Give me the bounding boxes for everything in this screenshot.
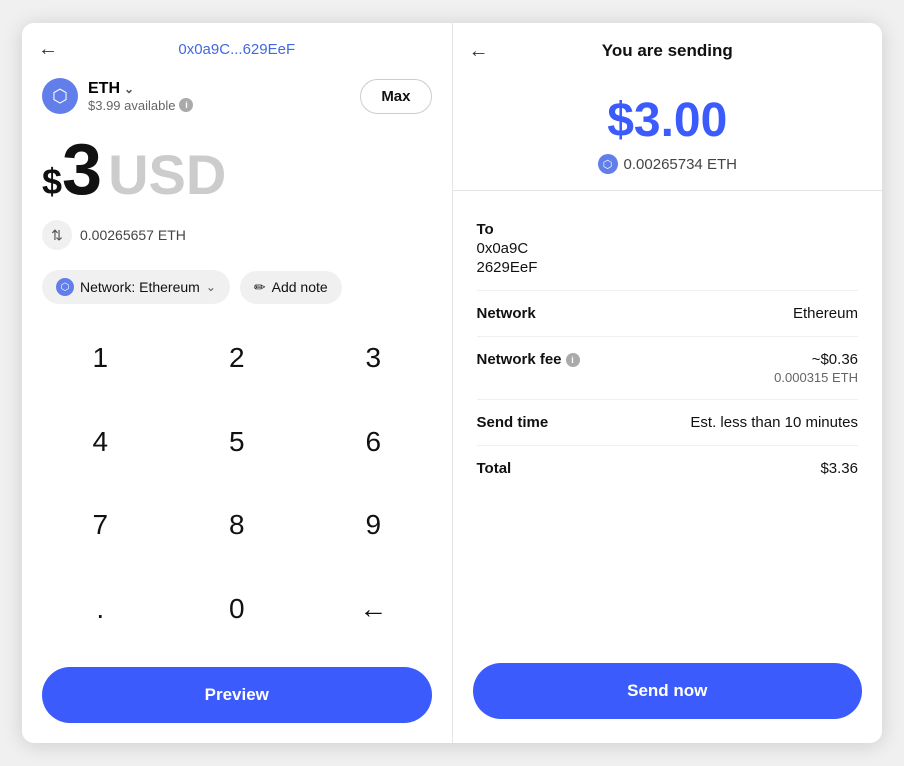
amount-currency: USD bbox=[108, 147, 226, 203]
key-0[interactable]: 0 bbox=[169, 567, 306, 651]
total-value: $3.36 bbox=[820, 460, 858, 477]
fee-info-icon[interactable]: i bbox=[566, 353, 580, 367]
network-button[interactable]: ⬡ Network: Ethereum ⌄ bbox=[42, 270, 230, 304]
sending-eth-row: ⬡ 0.00265734 ETH bbox=[598, 154, 737, 174]
key-2[interactable]: 2 bbox=[169, 316, 306, 400]
bottom-options: ⬡ Network: Ethereum ⌄ ✏ Add note bbox=[22, 262, 452, 316]
pencil-icon: ✏ bbox=[254, 279, 266, 296]
back-arrow-left[interactable]: ← bbox=[38, 38, 58, 61]
back-arrow-right[interactable]: ← bbox=[469, 40, 489, 63]
dollar-sign: $ bbox=[42, 161, 62, 203]
send-time-label: Send time bbox=[477, 414, 549, 431]
right-title: You are sending bbox=[602, 41, 733, 61]
key-8[interactable]: 8 bbox=[169, 484, 306, 568]
total-label: Total bbox=[477, 460, 512, 477]
eth-icon: ⬡ bbox=[42, 78, 78, 114]
send-now-button[interactable]: Send now bbox=[473, 663, 863, 719]
network-label: Network: Ethereum bbox=[80, 279, 200, 295]
network-value: Ethereum bbox=[793, 305, 858, 322]
info-icon: i bbox=[179, 98, 193, 112]
to-address-line2: 2629EeF bbox=[477, 259, 538, 276]
key-9[interactable]: 9 bbox=[305, 484, 442, 568]
total-row: Total $3.36 bbox=[477, 446, 859, 491]
key-3[interactable]: 3 bbox=[305, 316, 442, 400]
network-chevron: ⌄ bbox=[206, 280, 216, 294]
swap-icon[interactable]: ⇅ bbox=[42, 220, 72, 250]
preview-btn-container: Preview bbox=[22, 651, 452, 743]
amount-display: $ 3 USD bbox=[22, 122, 452, 214]
details-section: To 0x0a9C 2629EeF Network Ethereum Netwo… bbox=[453, 191, 883, 647]
token-name[interactable]: ETH ⌄ bbox=[88, 80, 193, 98]
token-text: ETH ⌄ $3.99 available i bbox=[88, 80, 193, 113]
send-time-row: Send time Est. less than 10 minutes bbox=[477, 400, 859, 446]
left-header: ← 0x0a9C...629EeF bbox=[22, 23, 452, 70]
numpad: 1 2 3 4 5 6 7 8 9 . 0 ← bbox=[22, 316, 452, 651]
send-now-container: Send now bbox=[453, 647, 883, 743]
key-7[interactable]: 7 bbox=[32, 484, 169, 568]
sending-eth-icon: ⬡ bbox=[598, 154, 618, 174]
token-info: ⬡ ETH ⌄ $3.99 available i bbox=[42, 78, 193, 114]
fee-eth-value: 0.000315 ETH bbox=[774, 370, 858, 385]
right-header: ← You are sending bbox=[453, 23, 883, 73]
max-button[interactable]: Max bbox=[360, 79, 431, 114]
add-note-button[interactable]: ✏ Add note bbox=[240, 271, 342, 304]
network-row: Network Ethereum bbox=[477, 291, 859, 337]
key-1[interactable]: 1 bbox=[32, 316, 169, 400]
fee-row: Network fee i ~$0.36 0.000315 ETH bbox=[477, 337, 859, 400]
key-dot[interactable]: . bbox=[32, 567, 169, 651]
to-label-col: To 0x0a9C 2629EeF bbox=[477, 221, 538, 276]
sending-usd-amount: $3.00 bbox=[607, 93, 727, 148]
network-eth-icon: ⬡ bbox=[56, 278, 74, 296]
to-address-line1: 0x0a9C bbox=[477, 240, 538, 257]
token-available: $3.99 available i bbox=[88, 98, 193, 113]
key-6[interactable]: 6 bbox=[305, 400, 442, 484]
add-note-label: Add note bbox=[272, 279, 328, 295]
eth-equivalent-row: ⇅ 0.00265657 ETH bbox=[22, 214, 452, 262]
fee-usd-value: ~$0.36 bbox=[774, 351, 858, 368]
amount-number: 3 bbox=[62, 134, 102, 206]
to-label: To bbox=[477, 221, 538, 238]
eth-equivalent-text: 0.00265657 ETH bbox=[80, 227, 186, 243]
right-panel: ← You are sending $3.00 ⬡ 0.00265734 ETH… bbox=[453, 23, 883, 743]
sending-eth-amount: 0.00265734 ETH bbox=[624, 156, 737, 173]
key-4[interactable]: 4 bbox=[32, 400, 169, 484]
fee-label: Network fee bbox=[477, 351, 562, 368]
preview-button[interactable]: Preview bbox=[42, 667, 432, 723]
key-5[interactable]: 5 bbox=[169, 400, 306, 484]
fee-label-container: Network fee i bbox=[477, 351, 580, 368]
sending-amount-section: $3.00 ⬡ 0.00265734 ETH bbox=[453, 73, 883, 191]
key-backspace[interactable]: ← bbox=[305, 567, 442, 651]
network-label: Network bbox=[477, 305, 536, 322]
fee-value-col: ~$0.36 0.000315 ETH bbox=[774, 351, 858, 385]
left-panel: ← 0x0a9C...629EeF ⬡ ETH ⌄ $3.99 availabl… bbox=[22, 23, 453, 743]
token-chevron: ⌄ bbox=[124, 82, 134, 96]
wallet-address-left[interactable]: 0x0a9C...629EeF bbox=[178, 41, 295, 58]
token-row: ⬡ ETH ⌄ $3.99 available i Max bbox=[22, 70, 452, 122]
to-row: To 0x0a9C 2629EeF bbox=[477, 207, 859, 291]
send-time-value: Est. less than 10 minutes bbox=[690, 414, 858, 431]
